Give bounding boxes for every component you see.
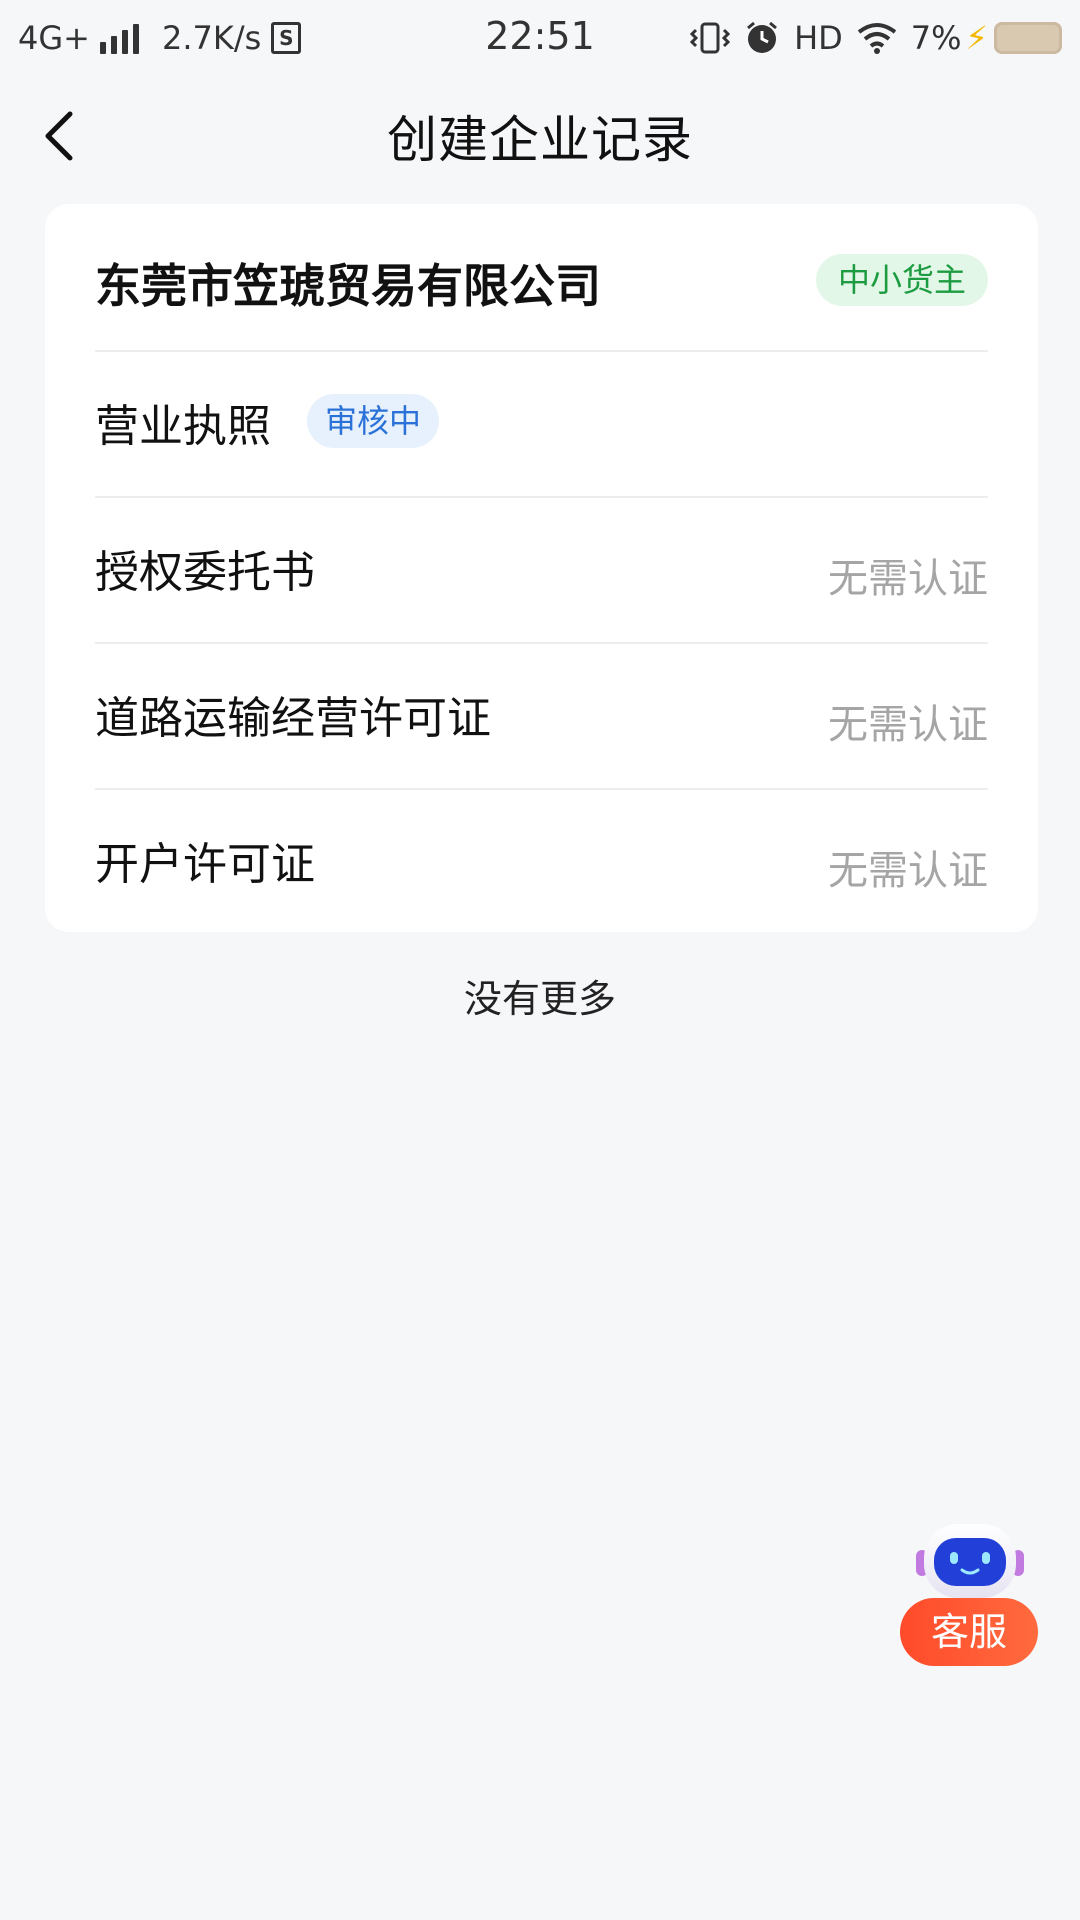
record-status: 无需认证	[828, 848, 988, 894]
record-row-transport-license[interactable]: 道路运输经营许可证 无需认证	[95, 642, 988, 790]
record-row-authorization-letter[interactable]: 授权委托书 无需认证	[95, 496, 988, 644]
record-label: 营业执照	[95, 401, 271, 452]
customer-service-button[interactable]: 客服	[900, 1518, 1040, 1668]
record-row-account-permit[interactable]: 开户许可证 无需认证	[95, 788, 988, 934]
status-badge: 审核中	[307, 394, 440, 448]
charging-icon: ⚡	[965, 19, 988, 57]
record-status: 无需认证	[828, 702, 988, 748]
role-badge: 中小货主	[815, 254, 988, 306]
nav-bar: 创建企业记录	[0, 78, 1080, 190]
record-status: 无需认证	[828, 556, 988, 602]
hd-label: HD	[794, 19, 843, 57]
record-row-business-license[interactable]: 营业执照 审核中	[95, 350, 988, 498]
page-title: 创建企业记录	[387, 111, 693, 169]
record-label: 道路运输经营许可证	[95, 693, 491, 744]
company-header: 东莞市笠琥贸易有限公司 中小货主	[95, 204, 988, 352]
battery-percent: 7%	[910, 19, 962, 57]
robot-icon	[916, 1524, 1024, 1598]
record-label: 开户许可证	[95, 839, 315, 890]
status-bar: 4G+ 2.7K/s S 22:51 HD 7% ⚡	[0, 0, 1080, 78]
status-right: HD 7% ⚡	[676, 16, 1062, 60]
alarm-icon	[744, 20, 780, 56]
record-label: 授权委托书	[95, 547, 315, 598]
wifi-icon	[857, 22, 897, 54]
no-more-text: 没有更多	[463, 977, 616, 1021]
enterprise-record-card: 东莞市笠琥贸易有限公司 中小货主 营业执照 审核中 授权委托书 无需认证 道路运…	[45, 204, 1038, 932]
vibrate-icon	[690, 21, 731, 55]
company-name: 东莞市笠琥贸易有限公司	[95, 259, 601, 313]
battery-icon	[994, 22, 1062, 54]
customer-service-label: 客服	[900, 1598, 1038, 1666]
